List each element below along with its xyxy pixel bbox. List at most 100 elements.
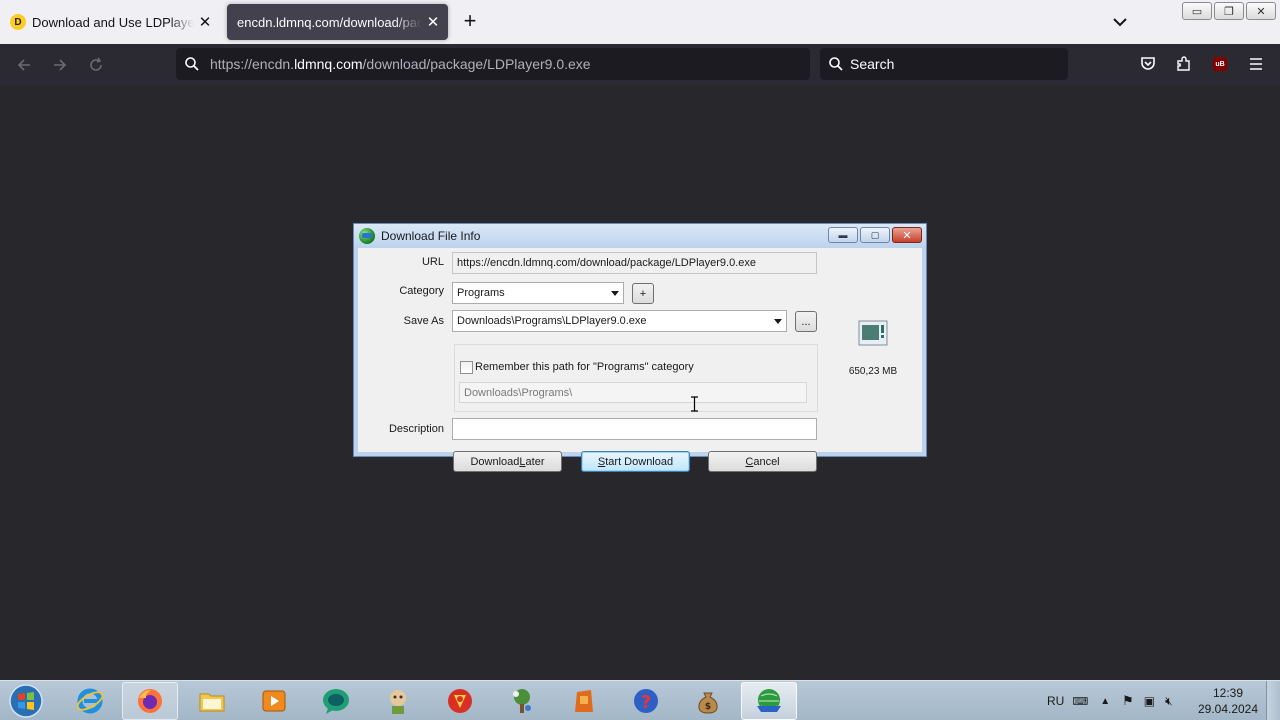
show-hidden-icons-button[interactable]: ▲ bbox=[1100, 696, 1110, 707]
cancel-key: C bbox=[745, 455, 754, 468]
media-player-icon bbox=[262, 690, 286, 712]
taskbar-firefox[interactable] bbox=[122, 682, 178, 720]
file-size: 650,23 MB bbox=[848, 366, 898, 377]
list-all-tabs-button[interactable] bbox=[1110, 12, 1130, 32]
tab-title: Download and Use LDPlayer on bbox=[32, 14, 194, 30]
dialog-window-controls: ▬ ▢ ✕ bbox=[828, 227, 922, 243]
idm-globe-icon bbox=[757, 689, 781, 712]
remember-path-label[interactable]: Remember this path for "Programs" catego… bbox=[475, 361, 697, 373]
save-as-value: Downloads\Programs\LDPlayer9.0.exe bbox=[457, 315, 647, 327]
ublock-icon: uB bbox=[1213, 57, 1227, 71]
extensions-button[interactable] bbox=[1174, 54, 1194, 74]
orange-app-icon bbox=[575, 690, 593, 712]
tab-ldplayer[interactable]: D Download and Use LDPlayer on ✕ bbox=[0, 4, 220, 40]
taskbar-media-player[interactable] bbox=[246, 682, 302, 720]
search-bar[interactable]: Search bbox=[820, 48, 1068, 80]
windows-taskbar: ? $ RU ⌨ ▲ ⚑ ▣ 🔇︎ 12:39 29.04.2024 bbox=[0, 680, 1280, 720]
taskbar-app-question[interactable]: ? bbox=[618, 682, 674, 720]
volume-muted-icon[interactable]: 🔇︎ bbox=[1165, 694, 1173, 709]
tab-download-package[interactable]: encdn.ldmnq.com/download/package ✕ bbox=[227, 4, 448, 40]
file-type-icon bbox=[858, 320, 888, 346]
download-later-button[interactable]: Download Later bbox=[453, 451, 562, 472]
clock-date: 29.04.2024 bbox=[1197, 702, 1259, 716]
reload-icon bbox=[90, 57, 102, 71]
close-icon: ✕ bbox=[902, 229, 912, 242]
dialog-title: Download File Info bbox=[381, 229, 481, 243]
description-label: Description bbox=[388, 423, 444, 435]
keyboard-icon: ⌨ bbox=[1072, 695, 1089, 708]
forward-button[interactable] bbox=[48, 53, 72, 77]
save-as-select[interactable]: Downloads\Programs\LDPlayer9.0.exe bbox=[452, 310, 787, 332]
character-app-icon bbox=[390, 690, 406, 714]
system-clock[interactable]: 12:39 29.04.2024 bbox=[1196, 685, 1260, 717]
reload-button[interactable] bbox=[84, 53, 108, 77]
start-download-button[interactable]: Start Download bbox=[581, 451, 690, 472]
back-button[interactable] bbox=[12, 53, 36, 77]
pocket-button[interactable] bbox=[1138, 54, 1158, 74]
hamburger-menu-icon bbox=[1250, 58, 1262, 70]
category-select[interactable]: Programs bbox=[452, 282, 624, 304]
search-placeholder: Search bbox=[850, 56, 895, 72]
browse-button[interactable]: ... bbox=[795, 311, 817, 332]
cancel-button[interactable]: Cancel bbox=[708, 451, 817, 472]
close-icon: ✕ bbox=[1256, 5, 1266, 18]
ublock-origin-button[interactable]: uB bbox=[1210, 54, 1230, 74]
app-menu-button[interactable] bbox=[1246, 54, 1266, 74]
money-bag-icon: $ bbox=[698, 692, 718, 714]
question-app-icon: ? bbox=[634, 689, 658, 713]
network-icon[interactable]: ▣ bbox=[1144, 694, 1155, 708]
dialog-body: URL https://encdn.ldmnq.com/download/pac… bbox=[358, 248, 922, 472]
dialog-minimize-button[interactable]: ▬ bbox=[828, 227, 858, 243]
taskbar-app-green[interactable] bbox=[308, 682, 364, 720]
save-as-label: Save As bbox=[403, 315, 444, 327]
url-prefix: https://encdn. bbox=[210, 56, 295, 72]
dialog-titlebar[interactable]: Download File Info ▬ ▢ ✕ bbox=[354, 224, 926, 248]
internet-explorer-icon bbox=[76, 688, 104, 714]
taskbar-app-red-round[interactable] bbox=[432, 682, 488, 720]
close-window-button[interactable]: ✕ bbox=[1246, 2, 1276, 20]
tab-title: encdn.ldmnq.com/download/package bbox=[237, 14, 422, 30]
language-indicator[interactable]: RU bbox=[1047, 694, 1064, 708]
restore-icon: ❐ bbox=[1224, 5, 1234, 18]
restore-button[interactable]: ❐ bbox=[1214, 2, 1244, 20]
download-later-pre: Download bbox=[470, 455, 520, 468]
download-later-post: ater bbox=[525, 455, 545, 468]
url-bar[interactable]: https://encdn. ldmnq.com/download/package… bbox=[176, 48, 810, 80]
dialog-maximize-button[interactable]: ▢ bbox=[860, 227, 890, 243]
taskbar-app-tree[interactable] bbox=[494, 682, 550, 720]
dropdown-arrow-icon bbox=[611, 291, 619, 296]
search-icon bbox=[829, 57, 843, 71]
close-tab-icon[interactable]: ✕ bbox=[422, 13, 444, 31]
taskbar-app-orange[interactable] bbox=[556, 682, 612, 720]
category-value: Programs bbox=[457, 287, 505, 299]
start-button[interactable] bbox=[6, 683, 46, 719]
add-category-button[interactable]: + bbox=[632, 283, 654, 304]
taskbar-internet-download-manager[interactable] bbox=[741, 682, 797, 720]
url-label: URL bbox=[421, 256, 444, 268]
taskbar-app-character[interactable] bbox=[370, 682, 426, 720]
search-icon bbox=[185, 57, 199, 71]
window-controls: ▭ ❐ ✕ bbox=[1182, 2, 1276, 20]
close-tab-icon[interactable]: ✕ bbox=[194, 13, 216, 31]
dialog-close-button[interactable]: ✕ bbox=[892, 227, 922, 243]
path-field: Downloads\Programs\ bbox=[459, 382, 807, 403]
text-cursor-icon bbox=[691, 396, 698, 412]
taskbar-internet-explorer[interactable] bbox=[62, 682, 118, 720]
tree-app-icon bbox=[513, 689, 531, 713]
url-host: ldmnq.com bbox=[294, 56, 363, 72]
dropdown-arrow-icon bbox=[774, 319, 782, 324]
description-input[interactable] bbox=[452, 418, 817, 440]
minimize-button[interactable]: ▭ bbox=[1182, 2, 1212, 20]
remember-path-checkbox[interactable] bbox=[460, 361, 473, 374]
firefox-icon bbox=[138, 689, 162, 713]
navigation-toolbar: https://encdn. ldmnq.com/download/package… bbox=[0, 44, 1280, 85]
category-label: Category bbox=[399, 285, 444, 297]
new-tab-button[interactable]: + bbox=[458, 10, 482, 32]
taskbar-file-explorer[interactable] bbox=[184, 682, 240, 720]
show-desktop-button[interactable] bbox=[1266, 681, 1280, 720]
taskbar-app-moneybag[interactable]: $ bbox=[680, 682, 736, 720]
action-center-flag-icon[interactable]: ⚑ bbox=[1122, 693, 1134, 709]
maximize-icon: ▢ bbox=[870, 229, 880, 240]
url-field[interactable]: https://encdn.ldmnq.com/download/package… bbox=[452, 252, 817, 274]
red-round-app-icon bbox=[448, 689, 472, 713]
